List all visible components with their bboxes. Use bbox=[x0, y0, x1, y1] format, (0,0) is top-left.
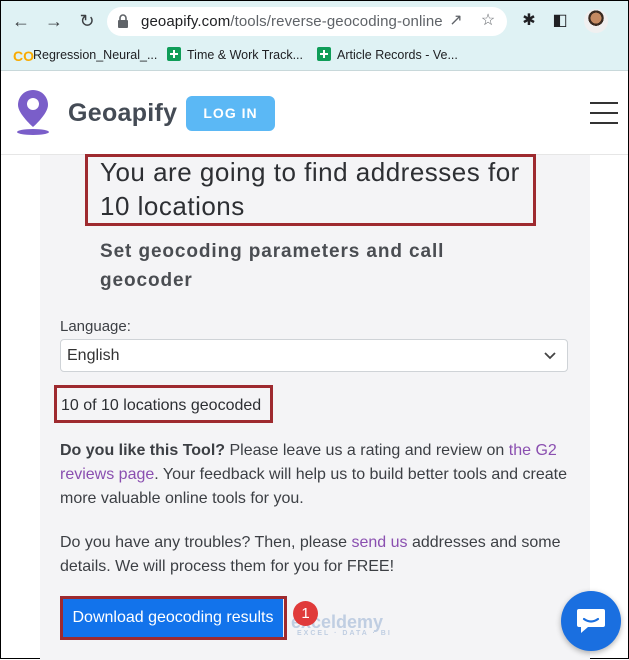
bookmark-item[interactable]: Article Records - Ve... bbox=[317, 46, 458, 64]
chevron-down-icon bbox=[544, 352, 556, 360]
bookmark-item[interactable]: CORegression_Neural_... bbox=[13, 46, 157, 64]
login-button[interactable]: LOG IN bbox=[186, 96, 275, 131]
reload-icon[interactable]: ↻ bbox=[77, 11, 97, 31]
troubles-paragraph: Do you have any troubles? Then, please s… bbox=[60, 534, 561, 575]
browser-toolbar: ← → ↻ geoapify.com/tools/reverse-geocodi… bbox=[1, 1, 628, 41]
brand-name[interactable]: Geoapify bbox=[68, 99, 177, 128]
site-header: Geoapify LOG IN bbox=[1, 71, 628, 155]
lock-icon bbox=[118, 14, 128, 28]
feedback-paragraph: Do you like this Tool? Please leave us a… bbox=[60, 442, 567, 507]
side-panel-icon[interactable]: ◧ bbox=[550, 11, 570, 31]
language-select[interactable]: English bbox=[60, 339, 568, 372]
language-selected-value: English bbox=[67, 347, 120, 364]
back-arrow-icon[interactable]: ← bbox=[11, 11, 31, 31]
language-label: Language: bbox=[60, 318, 131, 335]
send-us-link[interactable]: send us bbox=[351, 534, 407, 551]
section-subtitle: Set geocoding parameters and call geocod… bbox=[100, 241, 445, 291]
step-number-badge: 1 bbox=[293, 601, 318, 626]
extensions-icon[interactable]: ✱ bbox=[519, 11, 539, 31]
chat-bubble-icon bbox=[577, 609, 605, 633]
forward-arrow-icon[interactable]: → bbox=[44, 11, 64, 31]
profile-avatar[interactable] bbox=[584, 9, 608, 33]
status-highlight-box bbox=[54, 385, 273, 423]
sheets-icon bbox=[167, 47, 181, 61]
bookmark-item[interactable]: Time & Work Track... bbox=[167, 46, 303, 64]
download-highlight-box bbox=[60, 596, 287, 640]
chat-button[interactable] bbox=[561, 591, 621, 651]
hamburger-menu-icon[interactable] bbox=[590, 102, 618, 124]
bookmarks-bar: CORegression_Neural_... Time & Work Trac… bbox=[1, 41, 628, 71]
url-text: geoapify.com/tools/reverse-geocoding-onl… bbox=[141, 13, 443, 30]
sheets-icon bbox=[317, 47, 331, 61]
colab-icon: CO bbox=[13, 48, 34, 64]
geoapify-logo-icon[interactable] bbox=[14, 88, 52, 136]
title-highlight-box bbox=[85, 154, 536, 226]
share-icon[interactable]: ↗ bbox=[447, 12, 465, 30]
bookmark-star-icon[interactable]: ☆ bbox=[479, 12, 497, 30]
